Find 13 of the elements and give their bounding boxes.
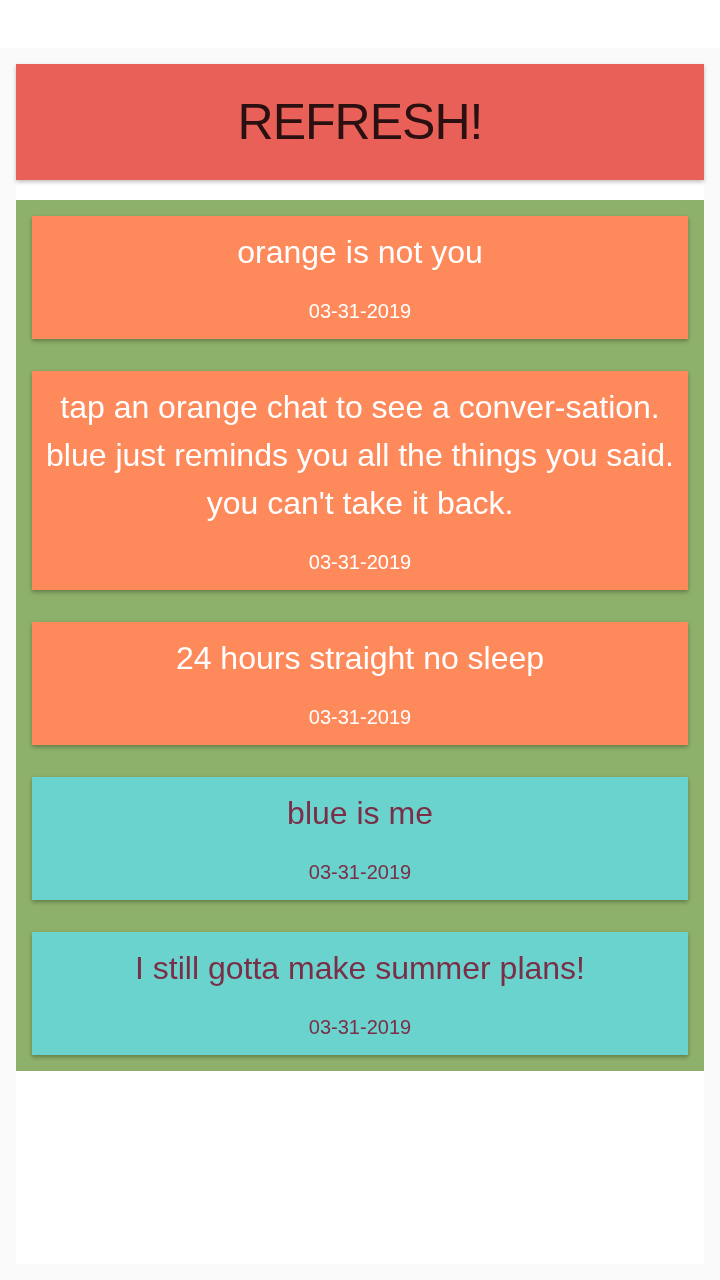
chat-date: 03-31-2019: [308, 861, 412, 884]
chat-card[interactable]: I still gotta make summer plans! 03-31-2019: [32, 932, 688, 1055]
chat-date: 03-31-2019: [308, 551, 412, 574]
chat-card[interactable]: blue is me 03-31-2019: [32, 777, 688, 900]
chat-message: blue is me: [287, 794, 433, 833]
chat-message: orange is not you: [237, 233, 483, 272]
refresh-button[interactable]: REFRESH!: [16, 64, 704, 180]
chat-date: 03-31-2019: [308, 706, 412, 729]
chat-message: I still gotta make summer plans!: [135, 949, 585, 988]
chat-message: tap an orange chat to see a conver-sation. blue just reminds you all the things you said. you can't take it back.: [45, 388, 675, 523]
chat-date: 03-31-2019: [308, 300, 412, 323]
chat-message: 24 hours straight no sleep: [175, 639, 545, 678]
chat-date: 03-31-2019: [308, 1016, 412, 1039]
